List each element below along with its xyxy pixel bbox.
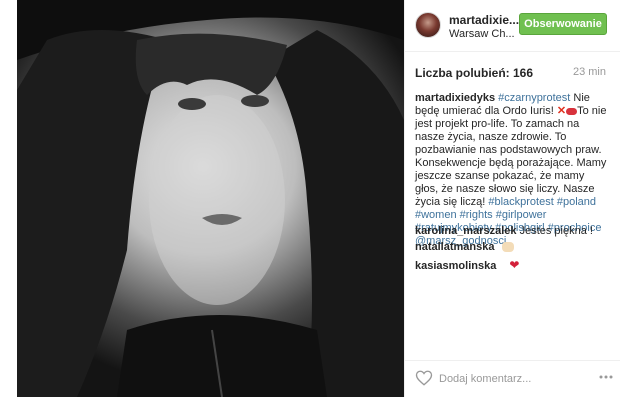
comment-item: kasiasmolinska ❤ xyxy=(415,258,519,272)
raised-hands-emoji-icon xyxy=(501,242,514,253)
comment-author[interactable]: natallatmanska xyxy=(415,241,494,253)
caption-author[interactable]: martadixiedyks xyxy=(415,92,495,104)
post-photo[interactable] xyxy=(17,0,404,397)
portrait-image xyxy=(17,0,404,397)
avatar[interactable] xyxy=(415,12,441,38)
comment-author[interactable]: karolina_marszalek xyxy=(415,225,517,237)
post-time: 23 min xyxy=(572,66,606,78)
comment-item: karolina_marszalek Jestes piękna ! xyxy=(415,225,593,237)
add-comment-input[interactable]: Dodaj komentarz... xyxy=(439,373,531,385)
like-heart-icon[interactable] xyxy=(415,369,433,387)
hashtag-blackprotest[interactable]: #blackprotest xyxy=(488,196,553,208)
comment-item: natallatmanska xyxy=(415,241,514,253)
comment-text: Jestes piękna ! xyxy=(519,225,593,237)
likes-count[interactable]: Liczba polubień: 166 xyxy=(415,66,533,80)
more-options-icon[interactable] xyxy=(599,375,613,379)
follow-button[interactable]: Obserwowanie xyxy=(519,13,607,35)
comment-author[interactable]: kasiasmolinska xyxy=(415,260,496,272)
hashtag-czarnyprotest[interactable]: #czarnyprotest xyxy=(498,92,570,104)
post-sidebar: martadixie... Warsaw Ch... Obserwowanie … xyxy=(404,0,620,397)
heart-emoji-icon: ❤ xyxy=(509,258,520,272)
x-emoji-icon: ✕ xyxy=(556,105,567,117)
lips-emoji-icon xyxy=(566,107,578,115)
caption-text-2: To nie jest projekt pro-life. To zamach … xyxy=(415,105,607,208)
post-header: martadixie... Warsaw Ch... Obserwowanie xyxy=(405,0,620,52)
post-footer: Dodaj komentarz... xyxy=(405,360,620,397)
post-username[interactable]: martadixie... xyxy=(449,13,519,27)
post-location[interactable]: Warsaw Ch... xyxy=(449,28,515,40)
